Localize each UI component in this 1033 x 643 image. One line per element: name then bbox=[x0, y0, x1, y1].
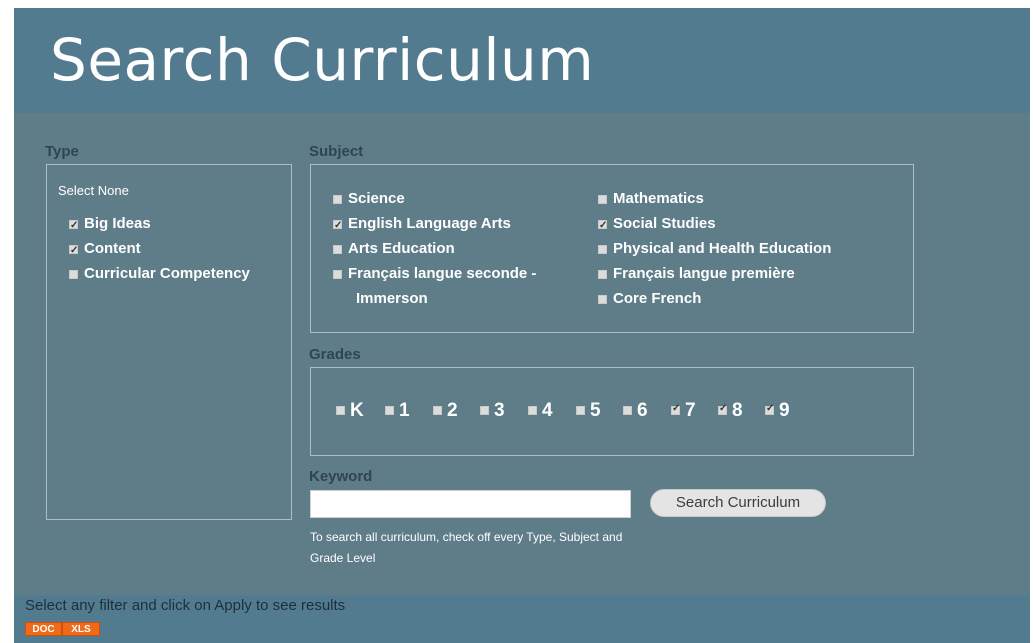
checkbox-grade-5[interactable] bbox=[576, 406, 585, 416]
keyword-label: Keyword bbox=[309, 468, 373, 485]
grade-label: K bbox=[350, 400, 364, 421]
subject-option-mathematics[interactable]: Mathematics bbox=[598, 190, 704, 208]
grade-option-9[interactable]: 9 bbox=[765, 400, 790, 422]
checkbox-grade-k[interactable] bbox=[336, 406, 345, 416]
subject-option-label: Français langue seconde - bbox=[348, 265, 537, 282]
subject-option-francais-immersion[interactable]: Français langue seconde - bbox=[333, 265, 536, 283]
checkbox-grade-2[interactable] bbox=[433, 406, 442, 416]
subject-option-label: English Language Arts bbox=[348, 215, 511, 232]
grade-option-8[interactable]: 8 bbox=[718, 400, 743, 422]
subject-option-label: Core French bbox=[613, 290, 702, 307]
curriculum-search-frame: Search Curriculum Type Select None Big I… bbox=[14, 8, 1030, 643]
checkbox-physical-health[interactable] bbox=[598, 244, 607, 254]
results-message: Select any filter and click on Apply to … bbox=[25, 597, 346, 614]
subject-option-label: Physical and Health Education bbox=[613, 240, 832, 257]
keyword-input[interactable] bbox=[310, 490, 631, 518]
subject-option-label: Mathematics bbox=[613, 190, 704, 207]
subject-option-label: Social Studies bbox=[613, 215, 716, 232]
checkbox-mathematics[interactable] bbox=[598, 194, 607, 204]
grade-label: 9 bbox=[779, 400, 790, 421]
subject-option-arts-education[interactable]: Arts Education bbox=[333, 240, 455, 258]
type-option-label: Big Ideas bbox=[84, 215, 151, 232]
type-option-label: Content bbox=[84, 240, 141, 257]
subject-option-science[interactable]: Science bbox=[333, 190, 405, 208]
checkbox-grade-4[interactable] bbox=[528, 406, 537, 416]
checkbox-arts-education[interactable] bbox=[333, 244, 342, 254]
checkbox-grade-8[interactable] bbox=[718, 403, 727, 416]
type-option-label: Curricular Competency bbox=[84, 265, 250, 282]
subject-option-core-french[interactable]: Core French bbox=[598, 290, 701, 308]
grade-option-3[interactable]: 3 bbox=[480, 400, 505, 422]
type-option-big-ideas[interactable]: Big Ideas bbox=[69, 215, 151, 235]
checkbox-grade-7[interactable] bbox=[671, 403, 680, 416]
checkbox-core-french[interactable] bbox=[598, 294, 607, 304]
grade-label: 1 bbox=[399, 400, 410, 421]
page-title: Search Curriculum bbox=[50, 26, 595, 94]
search-curriculum-button[interactable]: Search Curriculum bbox=[650, 489, 826, 517]
checkbox-grade-9[interactable] bbox=[765, 403, 774, 416]
subject-option-label-line2: Immerson bbox=[356, 290, 428, 307]
checkbox-francais-premiere[interactable] bbox=[598, 269, 607, 279]
subject-label: Subject bbox=[309, 143, 364, 160]
checkbox-big-ideas[interactable] bbox=[69, 217, 78, 235]
checkbox-grade-6[interactable] bbox=[623, 406, 632, 416]
grade-label: 2 bbox=[447, 400, 458, 421]
search-hint: To search all curriculum, check off ever… bbox=[310, 530, 623, 565]
checkbox-grade-3[interactable] bbox=[480, 406, 489, 416]
checkbox-curricular-competency[interactable] bbox=[69, 269, 78, 279]
grade-option-7[interactable]: 7 bbox=[671, 400, 696, 422]
export-xls-button[interactable]: XLS bbox=[62, 622, 100, 636]
grade-option-1[interactable]: 1 bbox=[385, 400, 410, 422]
subject-option-physical-health[interactable]: Physical and Health Education bbox=[598, 240, 831, 258]
grade-label: 4 bbox=[542, 400, 553, 421]
subject-option-label: Français langue première bbox=[613, 265, 795, 282]
grade-option-2[interactable]: 2 bbox=[433, 400, 458, 422]
export-doc-button[interactable]: DOC bbox=[25, 622, 62, 636]
checkbox-english-language-arts[interactable] bbox=[333, 217, 342, 235]
grade-label: 3 bbox=[494, 400, 505, 421]
type-option-curricular-competency[interactable]: Curricular Competency bbox=[69, 265, 250, 283]
grade-label: 8 bbox=[732, 400, 743, 421]
select-none-link[interactable]: Select None bbox=[58, 183, 129, 198]
grade-option-k[interactable]: K bbox=[336, 400, 364, 422]
checkbox-science[interactable] bbox=[333, 194, 342, 204]
subject-option-english-language-arts[interactable]: English Language Arts bbox=[333, 215, 511, 235]
grade-option-5[interactable]: 5 bbox=[576, 400, 601, 422]
subject-option-label: Science bbox=[348, 190, 405, 207]
subject-option-francais-premiere[interactable]: Français langue première bbox=[598, 265, 795, 283]
checkbox-social-studies[interactable] bbox=[598, 217, 607, 235]
grade-option-4[interactable]: 4 bbox=[528, 400, 553, 422]
type-option-content[interactable]: Content bbox=[69, 240, 141, 260]
type-label: Type bbox=[45, 143, 79, 160]
grade-label: 7 bbox=[685, 400, 696, 421]
grade-option-6[interactable]: 6 bbox=[623, 400, 648, 422]
subject-option-label: Arts Education bbox=[348, 240, 455, 257]
checkbox-grade-1[interactable] bbox=[385, 406, 394, 416]
checkbox-francais-immersion[interactable] bbox=[333, 269, 342, 279]
grade-label: 5 bbox=[590, 400, 601, 421]
grades-label: Grades bbox=[309, 346, 361, 363]
grade-label: 6 bbox=[637, 400, 648, 421]
subject-option-social-studies[interactable]: Social Studies bbox=[598, 215, 716, 235]
checkbox-content[interactable] bbox=[69, 242, 78, 260]
